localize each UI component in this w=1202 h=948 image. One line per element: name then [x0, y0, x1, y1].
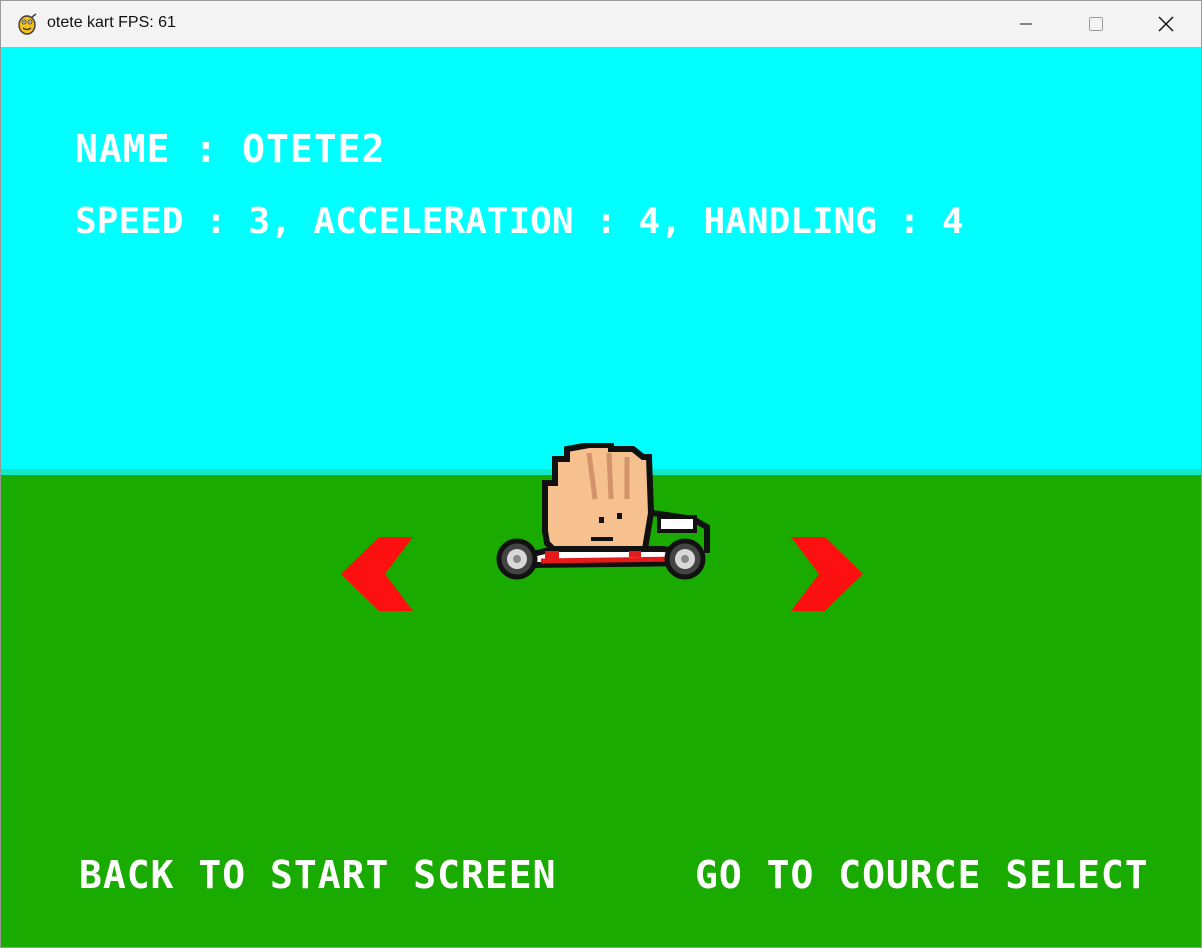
right-arrow-icon[interactable] [791, 537, 863, 611]
close-button[interactable] [1131, 1, 1201, 47]
close-icon [1158, 16, 1174, 32]
back-to-start-button[interactable]: BACK TO START SCREEN [79, 853, 557, 897]
character-stats: SPEED : 3, ACCELERATION : 4, HANDLING : … [75, 201, 964, 242]
sky [1, 47, 1201, 469]
title-bar[interactable]: otete kart FPS: 61 [1, 1, 1201, 47]
pygame-snake-icon [18, 13, 37, 35]
go-to-course-select-button[interactable]: GO TO COURCE SELECT [695, 853, 1149, 897]
kart-character-sprite [496, 443, 710, 580]
maximize-icon [1089, 17, 1103, 31]
game-window: otete kart FPS: 61 NAME : OTETE2 SPEED :… [0, 0, 1202, 948]
maximize-button[interactable] [1061, 1, 1131, 47]
minimize-button[interactable] [991, 1, 1061, 47]
left-arrow-icon[interactable] [341, 537, 413, 611]
character-name: NAME : OTETE2 [75, 127, 386, 171]
minimize-icon [1020, 23, 1032, 25]
window-title: otete kart FPS: 61 [47, 14, 176, 31]
game-canvas[interactable]: NAME : OTETE2 SPEED : 3, ACCELERATION : … [1, 47, 1201, 947]
